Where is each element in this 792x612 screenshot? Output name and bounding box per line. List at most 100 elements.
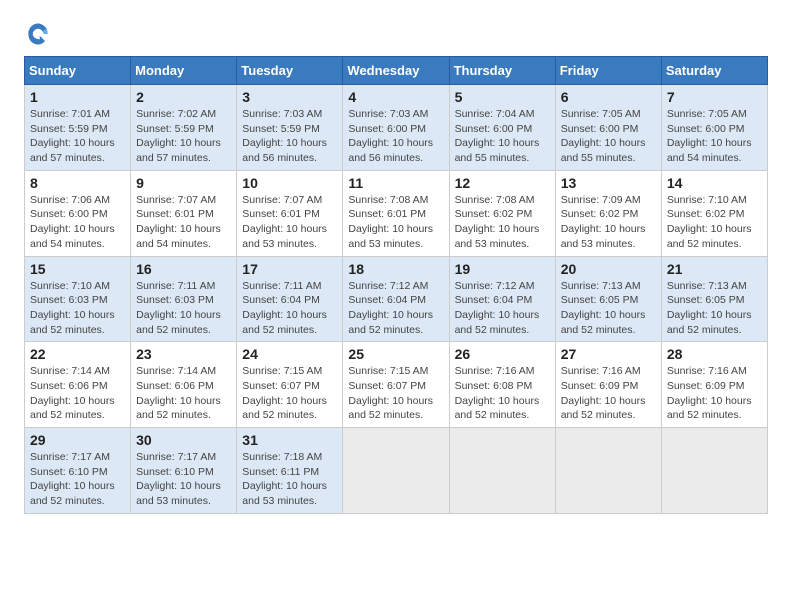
day-info: Sunrise: 7:03 AM Sunset: 6:00 PM Dayligh… (348, 107, 443, 166)
day-info: Sunrise: 7:16 AM Sunset: 6:09 PM Dayligh… (667, 364, 762, 423)
calendar-cell: 14 Sunrise: 7:10 AM Sunset: 6:02 PM Dayli… (661, 170, 767, 256)
day-info: Sunrise: 7:05 AM Sunset: 6:00 PM Dayligh… (667, 107, 762, 166)
day-info: Sunrise: 7:07 AM Sunset: 6:01 PM Dayligh… (242, 193, 337, 252)
day-info: Sunrise: 7:03 AM Sunset: 5:59 PM Dayligh… (242, 107, 337, 166)
calendar-cell (661, 428, 767, 514)
calendar-cell: 8Sunrise: 7:06 AM Sunset: 6:00 PM Daylig… (25, 170, 131, 256)
logo (24, 20, 56, 48)
calendar-cell: 22 Sunrise: 7:14 AM Sunset: 6:06 PM Dayli… (25, 342, 131, 428)
day-number: 31 (242, 432, 337, 448)
day-info: Sunrise: 7:17 AM Sunset: 6:10 PM Dayligh… (136, 450, 231, 509)
calendar-cell: 1 Sunrise: 7:01 AM Sunset: 5:59 PM Daylig… (25, 85, 131, 171)
day-number: 9 (136, 175, 231, 191)
day-number: 19 (455, 261, 550, 277)
day-number: 17 (242, 261, 337, 277)
day-info: Sunrise: 7:16 AM Sunset: 6:09 PM Dayligh… (561, 364, 656, 423)
day-number: 22 (30, 346, 125, 362)
day-info: Sunrise: 7:06 AM Sunset: 6:00 PM Dayligh… (30, 193, 125, 252)
day-info: Sunrise: 7:01 AM Sunset: 5:59 PM Dayligh… (30, 107, 125, 166)
day-number: 14 (667, 175, 762, 191)
day-number: 13 (561, 175, 656, 191)
calendar-cell: 21 Sunrise: 7:13 AM Sunset: 6:05 PM Dayli… (661, 256, 767, 342)
weekday-header: Tuesday (237, 57, 343, 85)
calendar-cell: 13 Sunrise: 7:09 AM Sunset: 6:02 PM Dayli… (555, 170, 661, 256)
calendar-cell: 9Sunrise: 7:07 AM Sunset: 6:01 PM Daylig… (131, 170, 237, 256)
day-info: Sunrise: 7:05 AM Sunset: 6:00 PM Dayligh… (561, 107, 656, 166)
calendar-header-row: SundayMondayTuesdayWednesdayThursdayFrid… (25, 57, 768, 85)
day-number: 24 (242, 346, 337, 362)
day-number: 27 (561, 346, 656, 362)
day-number: 21 (667, 261, 762, 277)
day-info: Sunrise: 7:08 AM Sunset: 6:01 PM Dayligh… (348, 193, 443, 252)
day-number: 7 (667, 89, 762, 105)
calendar-cell (343, 428, 449, 514)
calendar-cell: 20 Sunrise: 7:13 AM Sunset: 6:05 PM Dayli… (555, 256, 661, 342)
calendar-cell: 5 Sunrise: 7:04 AM Sunset: 6:00 PM Daylig… (449, 85, 555, 171)
weekday-header: Sunday (25, 57, 131, 85)
day-info: Sunrise: 7:04 AM Sunset: 6:00 PM Dayligh… (455, 107, 550, 166)
day-info: Sunrise: 7:10 AM Sunset: 6:03 PM Dayligh… (30, 279, 125, 338)
day-number: 16 (136, 261, 231, 277)
calendar-cell: 12 Sunrise: 7:08 AM Sunset: 6:02 PM Dayli… (449, 170, 555, 256)
calendar-cell: 17 Sunrise: 7:11 AM Sunset: 6:04 PM Dayli… (237, 256, 343, 342)
weekday-header: Wednesday (343, 57, 449, 85)
calendar-cell: 24 Sunrise: 7:15 AM Sunset: 6:07 PM Dayli… (237, 342, 343, 428)
day-info: Sunrise: 7:02 AM Sunset: 5:59 PM Dayligh… (136, 107, 231, 166)
day-info: Sunrise: 7:14 AM Sunset: 6:06 PM Dayligh… (136, 364, 231, 423)
day-number: 25 (348, 346, 443, 362)
calendar-week-row: 1 Sunrise: 7:01 AM Sunset: 5:59 PM Daylig… (25, 85, 768, 171)
calendar-week-row: 8Sunrise: 7:06 AM Sunset: 6:00 PM Daylig… (25, 170, 768, 256)
day-info: Sunrise: 7:10 AM Sunset: 6:02 PM Dayligh… (667, 193, 762, 252)
day-info: Sunrise: 7:15 AM Sunset: 6:07 PM Dayligh… (348, 364, 443, 423)
calendar-cell: 6Sunrise: 7:05 AM Sunset: 6:00 PM Daylig… (555, 85, 661, 171)
day-number: 3 (242, 89, 337, 105)
weekday-header: Monday (131, 57, 237, 85)
day-number: 1 (30, 89, 125, 105)
calendar-table: SundayMondayTuesdayWednesdayThursdayFrid… (24, 56, 768, 514)
day-info: Sunrise: 7:13 AM Sunset: 6:05 PM Dayligh… (561, 279, 656, 338)
calendar-cell (555, 428, 661, 514)
calendar-cell: 27 Sunrise: 7:16 AM Sunset: 6:09 PM Dayli… (555, 342, 661, 428)
calendar-cell: 11 Sunrise: 7:08 AM Sunset: 6:01 PM Dayli… (343, 170, 449, 256)
day-info: Sunrise: 7:11 AM Sunset: 6:04 PM Dayligh… (242, 279, 337, 338)
calendar-cell: 26 Sunrise: 7:16 AM Sunset: 6:08 PM Dayli… (449, 342, 555, 428)
calendar-cell: 29Sunrise: 7:17 AM Sunset: 6:10 PM Dayli… (25, 428, 131, 514)
day-number: 28 (667, 346, 762, 362)
weekday-header: Thursday (449, 57, 555, 85)
day-number: 10 (242, 175, 337, 191)
day-info: Sunrise: 7:14 AM Sunset: 6:06 PM Dayligh… (30, 364, 125, 423)
day-number: 11 (348, 175, 443, 191)
day-info: Sunrise: 7:12 AM Sunset: 6:04 PM Dayligh… (455, 279, 550, 338)
calendar-cell: 7 Sunrise: 7:05 AM Sunset: 6:00 PM Daylig… (661, 85, 767, 171)
day-number: 23 (136, 346, 231, 362)
day-info: Sunrise: 7:15 AM Sunset: 6:07 PM Dayligh… (242, 364, 337, 423)
calendar-cell: 3 Sunrise: 7:03 AM Sunset: 5:59 PM Daylig… (237, 85, 343, 171)
day-number: 26 (455, 346, 550, 362)
day-number: 5 (455, 89, 550, 105)
day-number: 15 (30, 261, 125, 277)
day-info: Sunrise: 7:18 AM Sunset: 6:11 PM Dayligh… (242, 450, 337, 509)
calendar-cell: 23 Sunrise: 7:14 AM Sunset: 6:06 PM Dayli… (131, 342, 237, 428)
calendar-cell: 16 Sunrise: 7:11 AM Sunset: 6:03 PM Dayli… (131, 256, 237, 342)
day-number: 2 (136, 89, 231, 105)
calendar-week-row: 29 Sunrise: 7:17 AM Sunset: 6:10 PM Dayli… (25, 428, 768, 514)
calendar-week-row: 15 Sunrise: 7:10 AM Sunset: 6:03 PM Dayli… (25, 256, 768, 342)
page-header (24, 20, 768, 48)
calendar-cell: 10 Sunrise: 7:07 AM Sunset: 6:01 PM Dayli… (237, 170, 343, 256)
calendar-week-row: 22 Sunrise: 7:14 AM Sunset: 6:06 PM Dayli… (25, 342, 768, 428)
day-info: Sunrise: 7:08 AM Sunset: 6:02 PM Dayligh… (455, 193, 550, 252)
calendar-cell: 2 Sunrise: 7:02 AM Sunset: 5:59 PM Daylig… (131, 85, 237, 171)
day-number: 30 (136, 432, 231, 448)
day-info: Sunrise: 7:12 AM Sunset: 6:04 PM Dayligh… (348, 279, 443, 338)
day-number: 12 (455, 175, 550, 191)
day-info: Sunrise: 7:13 AM Sunset: 6:05 PM Dayligh… (667, 279, 762, 338)
calendar-cell: 4Sunrise: 7:03 AM Sunset: 6:00 PM Daylig… (343, 85, 449, 171)
calendar-cell: 30 Sunrise: 7:17 AM Sunset: 6:10 PM Dayli… (131, 428, 237, 514)
day-info: Sunrise: 7:11 AM Sunset: 6:03 PM Dayligh… (136, 279, 231, 338)
day-info: Sunrise: 7:09 AM Sunset: 6:02 PM Dayligh… (561, 193, 656, 252)
day-info: Sunrise: 7:16 AM Sunset: 6:08 PM Dayligh… (455, 364, 550, 423)
calendar-cell: 18 Sunrise: 7:12 AM Sunset: 6:04 PM Dayli… (343, 256, 449, 342)
day-number: 29 (30, 432, 125, 448)
day-number: 20 (561, 261, 656, 277)
day-number: 18 (348, 261, 443, 277)
